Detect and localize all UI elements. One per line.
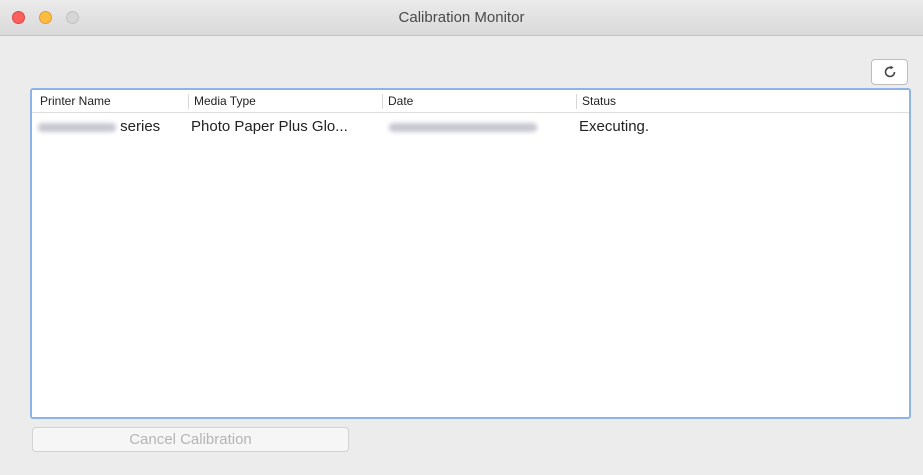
window-title: Calibration Monitor	[398, 9, 525, 26]
media-type-cell: Photo Paper Plus Glo...	[191, 118, 348, 135]
refresh-button[interactable]	[871, 59, 908, 85]
redacted-printer-model	[38, 122, 116, 132]
printer-name-cell: series	[38, 118, 160, 135]
column-header-date[interactable]: Date	[382, 94, 576, 109]
cancel-calibration-button[interactable]: Cancel Calibration	[32, 427, 349, 452]
printer-name-suffix: series	[120, 118, 161, 135]
calibration-table[interactable]: Printer Name Media Type Date Status seri…	[30, 88, 911, 419]
table-header: Printer Name Media Type Date Status	[32, 90, 909, 113]
column-header-status[interactable]: Status	[576, 94, 896, 109]
refresh-icon	[884, 65, 895, 78]
calibration-monitor-window: Calibration Monitor Printer Name Media T…	[0, 0, 923, 475]
redacted-date	[389, 122, 537, 132]
status-cell: Executing.	[579, 118, 650, 135]
title-bar: Calibration Monitor	[0, 0, 923, 36]
column-header-printer-name[interactable]: Printer Name	[35, 94, 188, 109]
column-header-media-type[interactable]: Media Type	[188, 94, 382, 109]
table-row[interactable]: series Photo Paper Plus Glo... Executing…	[32, 114, 909, 140]
date-cell	[389, 118, 537, 135]
